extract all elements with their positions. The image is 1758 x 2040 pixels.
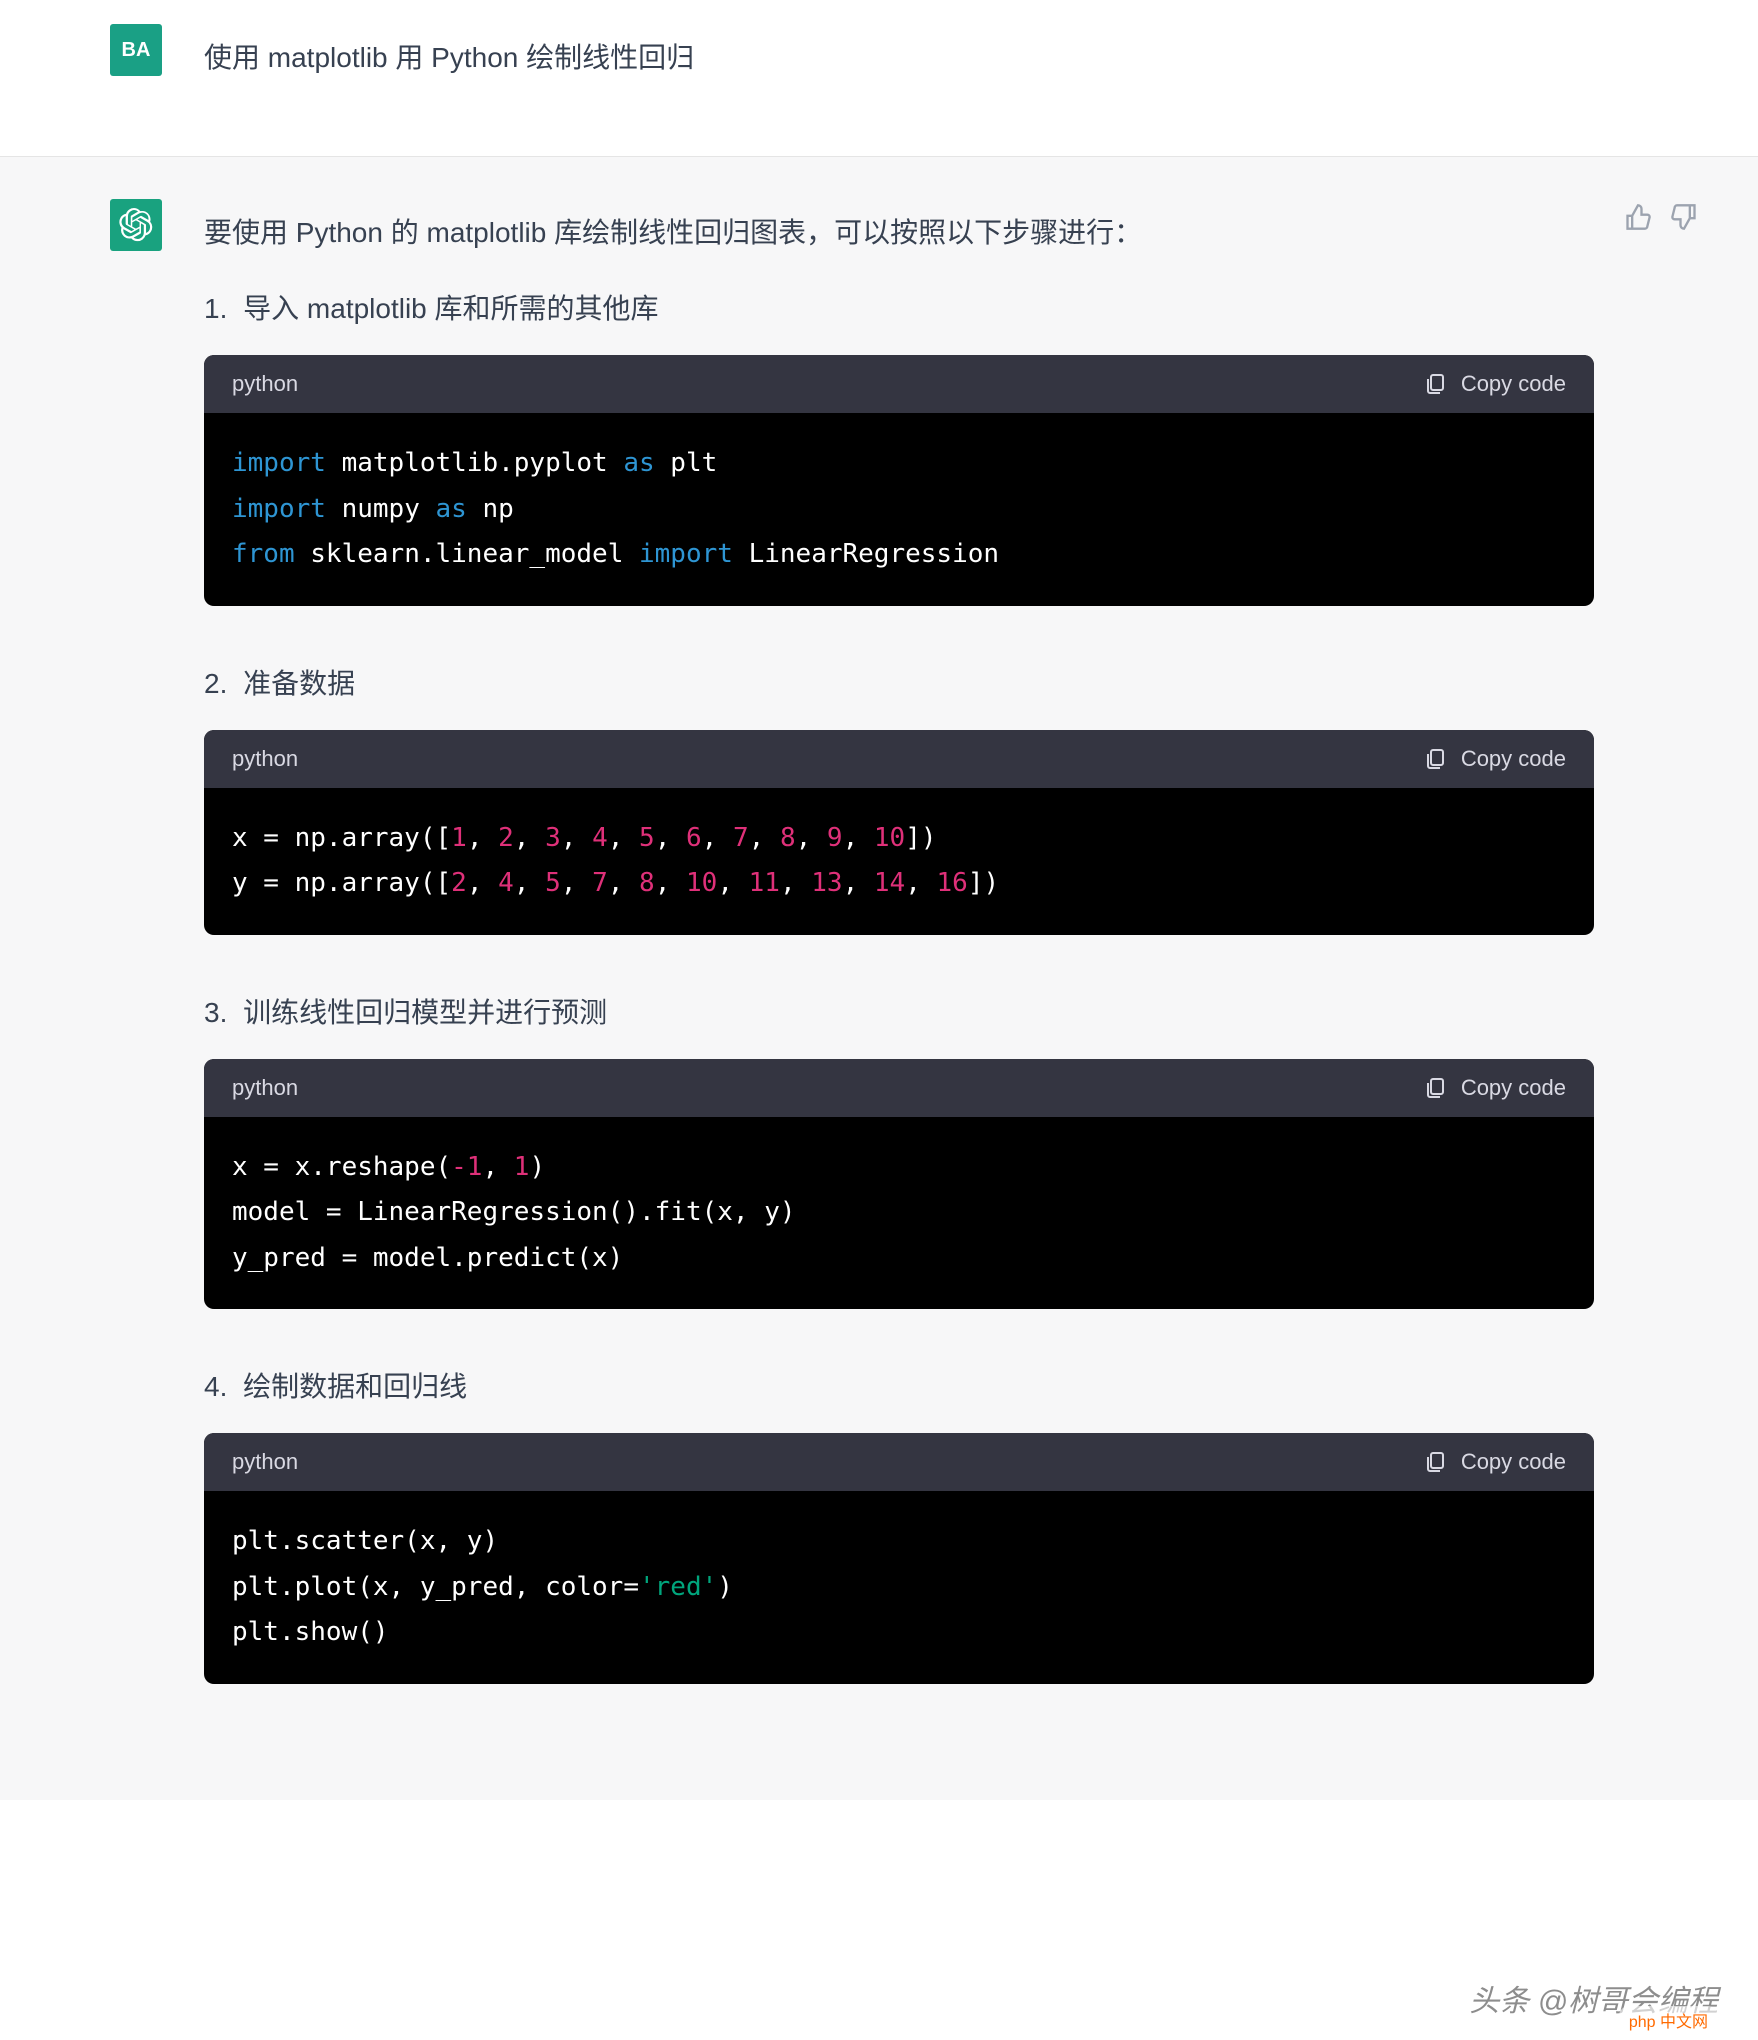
code-header: python Copy code [204, 355, 1594, 413]
watermark-text: 头条 @树哥会编程 [1469, 1976, 1718, 2020]
code-block: python Copy code x = x.reshape(-1, 1) mo… [204, 1059, 1594, 1310]
code-header: python Copy code [204, 1433, 1594, 1491]
steps-list: 导入 matplotlib 库和所需的其他库 python Copy code … [204, 287, 1594, 1684]
user-message-row: BA 使用 matplotlib 用 Python 绘制线性回归 [0, 0, 1758, 157]
code-lang-label: python [232, 1449, 298, 1475]
assistant-avatar [110, 199, 162, 251]
copy-code-button[interactable]: Copy code [1423, 746, 1566, 772]
assistant-message-row: 要使用 Python 的 matplotlib 库绘制线性回归图表，可以按照以下… [0, 157, 1758, 1800]
code-header: python Copy code [204, 1059, 1594, 1117]
code-block: python Copy code x = np.array([1, 2, 3, … [204, 730, 1594, 935]
user-prompt-text: 使用 matplotlib 用 Python 绘制线性回归 [162, 24, 694, 76]
code-header: python Copy code [204, 730, 1594, 788]
watermark-badge: php 中文网 [1619, 2006, 1718, 2034]
copy-code-button[interactable]: Copy code [1423, 1449, 1566, 1475]
copy-code-label: Copy code [1461, 1075, 1566, 1101]
step-item-2: 准备数据 python Copy code x = np.array([1, 2… [204, 662, 1594, 935]
step-label: 训练线性回归模型并进行预测 [243, 997, 607, 1028]
step-label: 绘制数据和回归线 [243, 1371, 467, 1402]
code-content[interactable]: x = np.array([1, 2, 3, 4, 5, 6, 7, 8, 9,… [204, 788, 1594, 935]
code-lang-label: python [232, 1075, 298, 1101]
openai-logo-icon [119, 208, 153, 242]
copy-code-button[interactable]: Copy code [1423, 1075, 1566, 1101]
code-lang-label: python [232, 746, 298, 772]
copy-code-label: Copy code [1461, 1449, 1566, 1475]
clipboard-icon [1423, 372, 1447, 396]
code-block: python Copy code import matplotlib.pyplo… [204, 355, 1594, 606]
step-label: 准备数据 [243, 668, 355, 699]
step-label: 导入 matplotlib 库和所需的其他库 [243, 293, 658, 324]
code-content[interactable]: plt.scatter(x, y) plt.plot(x, y_pred, co… [204, 1491, 1594, 1684]
step-item-4: 绘制数据和回归线 python Copy code plt.scatter(x,… [204, 1365, 1594, 1684]
copy-code-label: Copy code [1461, 371, 1566, 397]
assistant-intro-text: 要使用 Python 的 matplotlib 库绘制线性回归图表，可以按照以下… [204, 199, 1594, 251]
user-avatar: BA [110, 24, 162, 76]
assistant-body: 要使用 Python 的 matplotlib 库绘制线性回归图表，可以按照以下… [162, 199, 1594, 1740]
step-item-3: 训练线性回归模型并进行预测 python Copy code x = x.res… [204, 991, 1594, 1310]
thumbs-up-icon[interactable] [1624, 203, 1652, 231]
step-item-1: 导入 matplotlib 库和所需的其他库 python Copy code … [204, 287, 1594, 606]
copy-code-label: Copy code [1461, 746, 1566, 772]
copy-code-button[interactable]: Copy code [1423, 371, 1566, 397]
thumbs-down-icon[interactable] [1670, 203, 1698, 231]
code-content[interactable]: import matplotlib.pyplot as plt import n… [204, 413, 1594, 606]
code-block: python Copy code plt.scatter(x, y) plt.p… [204, 1433, 1594, 1684]
code-lang-label: python [232, 371, 298, 397]
feedback-buttons [1594, 199, 1698, 231]
clipboard-icon [1423, 747, 1447, 771]
clipboard-icon [1423, 1076, 1447, 1100]
code-content[interactable]: x = x.reshape(-1, 1) model = LinearRegre… [204, 1117, 1594, 1310]
clipboard-icon [1423, 1450, 1447, 1474]
